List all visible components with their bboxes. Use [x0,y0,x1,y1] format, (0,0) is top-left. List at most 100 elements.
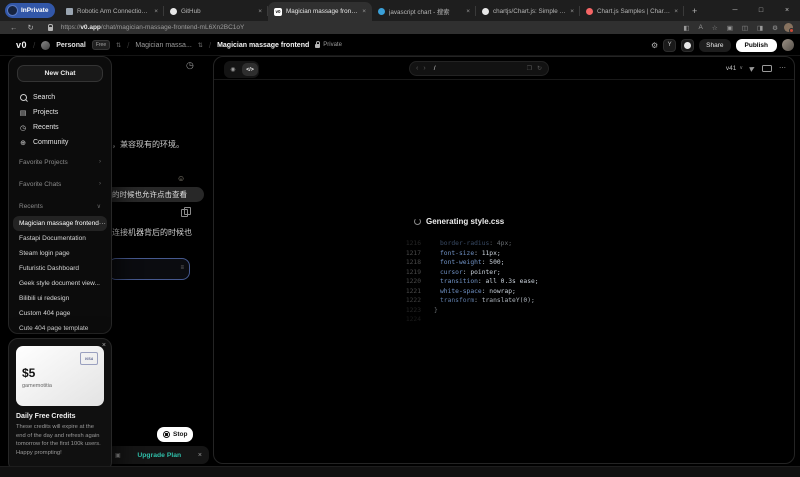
preview-path[interactable]: / [434,65,436,72]
open-external-icon[interactable]: ❐ [527,65,532,72]
github-button[interactable] [681,39,694,52]
publish-button[interactable]: Publish [736,39,777,52]
tab-magician-massage-active[interactable]: v0 Magician massage frontend - v × [268,2,372,21]
workspace-name[interactable]: Personal [56,42,86,49]
sidebar-item-community[interactable]: ⊕ Community [9,135,111,150]
privacy-label: Private [323,42,342,48]
tab-javascript-chart[interactable]: javascript chart - 搜索 × [372,2,476,21]
breadcrumb-separator: / [209,41,211,50]
section-favorite-chats[interactable]: Favorite Chats › [9,174,111,194]
copy-icon[interactable] [181,209,188,217]
sidebar-item-label: Projects [33,109,58,116]
preview-path-bar[interactable]: ‹ › / ❐ ↻ [409,61,549,76]
lock-icon [48,27,53,31]
recent-chat-item[interactable]: Fastapi Documentation [9,231,111,246]
recent-chat-item[interactable]: Magician massage frontend ⋯ [13,216,107,231]
bottom-strip [0,466,800,477]
code-editor[interactable]: 1216border-radius: 4px; 1217font-size: 1… [399,239,539,325]
recent-chat-item[interactable]: Geek style document view... [9,276,111,291]
plan-badge: Free [92,40,110,50]
viewport-icon[interactable] [762,65,772,72]
chevron-down-icon[interactable]: ∨ [739,65,743,71]
breadcrumb-separator: / [127,41,129,50]
collections-icon[interactable]: ▣ [727,24,733,32]
search-engine-icon [378,8,385,15]
version-selector[interactable]: v41 [726,65,736,72]
more-icon[interactable]: ⋯ [99,220,106,228]
recent-chat-item[interactable]: Steam login page [9,246,111,261]
v0-header: v0 / Personal Free ⇅ / Magician massa...… [0,34,800,56]
chevron-updown-icon[interactable]: ⇅ [198,42,203,49]
close-icon[interactable]: × [466,8,470,15]
extensions-icon[interactable]: ◨ [757,24,763,32]
preview-toolbar: ◉ </> ‹ › / ❐ ↻ v41 ∨ ⋯ [214,57,794,80]
recent-chat-item[interactable]: Cute 404 page template [9,321,111,334]
sidebar: New Chat Search ▤ Projects ◷ Recents ⊕ C… [8,56,112,334]
visa-icon: VISA [80,352,98,365]
address-text[interactable]: https://v0.app/chat/magician-massage-fro… [61,24,245,31]
preview-eye-icon[interactable]: ◉ [225,63,241,76]
section-favorite-projects[interactable]: Favorite Projects › [9,152,111,172]
tab-chartjs-samples[interactable]: Chart.js Samples | Chart.js × [580,2,684,21]
user-avatar[interactable] [782,39,794,51]
settings-gear-icon[interactable]: ⚙ [651,41,658,50]
input-settings-icon[interactable]: ≡ [180,265,184,271]
close-icon[interactable]: × [154,8,158,15]
close-icon[interactable]: × [570,8,574,15]
code-line: 1221white-space: nowrap; [399,287,539,297]
credit-username: gamemotitia [22,383,98,389]
forward-icon[interactable]: › [423,65,425,72]
sidebar-item-search[interactable]: Search [9,90,111,105]
close-window-icon[interactable]: × [774,0,800,21]
split-screen-icon[interactable]: ◫ [742,24,748,32]
fork-icon[interactable]: Y [663,39,676,52]
refresh-icon[interactable]: ↻ [537,65,542,72]
code-line: 1224 [399,315,539,325]
lock-icon [315,44,320,48]
new-chat-button[interactable]: New Chat [17,65,103,82]
sidebar-item-recents[interactable]: ◷ Recents [9,120,111,135]
favorites-icon[interactable]: ☆ [712,24,718,32]
more-icon[interactable]: ⋯ [779,64,786,72]
tab-chartjs-repo[interactable]: chartjs/Chart.js: Simple HTML5 × [476,2,580,21]
recent-chat-item[interactable]: Bilibili ui redesign [9,291,111,306]
header-actions: ⚙ Y Share Publish [651,34,794,56]
tab-github[interactable]: GitHub × [164,2,268,21]
share-button[interactable]: Share [699,39,730,52]
close-icon[interactable]: × [674,8,678,15]
code-line: 1218font-weight: 500; [399,258,539,268]
refresh-icon[interactable]: ↻ [28,23,34,32]
tab-title: javascript chart - 搜索 [389,7,462,16]
browser-settings-icon[interactable]: ⚙ [772,24,778,32]
code-line: 1223} [399,306,539,316]
section-label: Favorite Chats [19,181,61,188]
v0-logo[interactable]: v0 [16,40,27,50]
browser-profile-avatar[interactable] [784,23,793,32]
back-icon[interactable]: ‹ [416,65,418,72]
stop-button[interactable]: Stop [157,427,193,442]
sidebar-item-projects[interactable]: ▤ Projects [9,105,111,120]
new-tab-button[interactable]: + [692,6,697,16]
close-icon[interactable]: × [258,8,262,15]
recent-chat-item[interactable]: Futuristic Dashboard [9,261,111,276]
maximize-icon[interactable]: □ [748,0,774,21]
project-name[interactable]: Magician massa... [135,42,191,49]
chevron-updown-icon[interactable]: ⇅ [116,42,121,49]
code-view-icon[interactable]: </> [242,63,258,76]
section-recents[interactable]: Recents ∨ [9,196,111,216]
chat-input[interactable]: ≡ [108,258,190,280]
history-icon[interactable]: ◷ [186,60,194,71]
upgrade-plan-link[interactable]: Upgrade Plan [137,452,181,459]
section-label: Recents [19,203,43,210]
back-icon[interactable]: ← [10,23,18,32]
credit-amount: $5 [22,366,98,380]
read-aloud-icon[interactable]: A [699,24,703,31]
close-icon[interactable]: × [362,8,366,15]
recent-chat-item[interactable]: Custom 404 page [9,306,111,321]
tab-robotic-arm[interactable]: Robotic Arm Connection Issue × [60,2,164,21]
browser-essentials-icon[interactable]: ◧ [683,24,689,32]
select-pointer-icon[interactable] [749,65,756,72]
close-icon[interactable]: × [198,452,202,459]
preview-panel: ◉ </> ‹ › / ❐ ↻ v41 ∨ ⋯ Genera [213,56,795,464]
minimize-icon[interactable]: ─ [722,0,748,21]
